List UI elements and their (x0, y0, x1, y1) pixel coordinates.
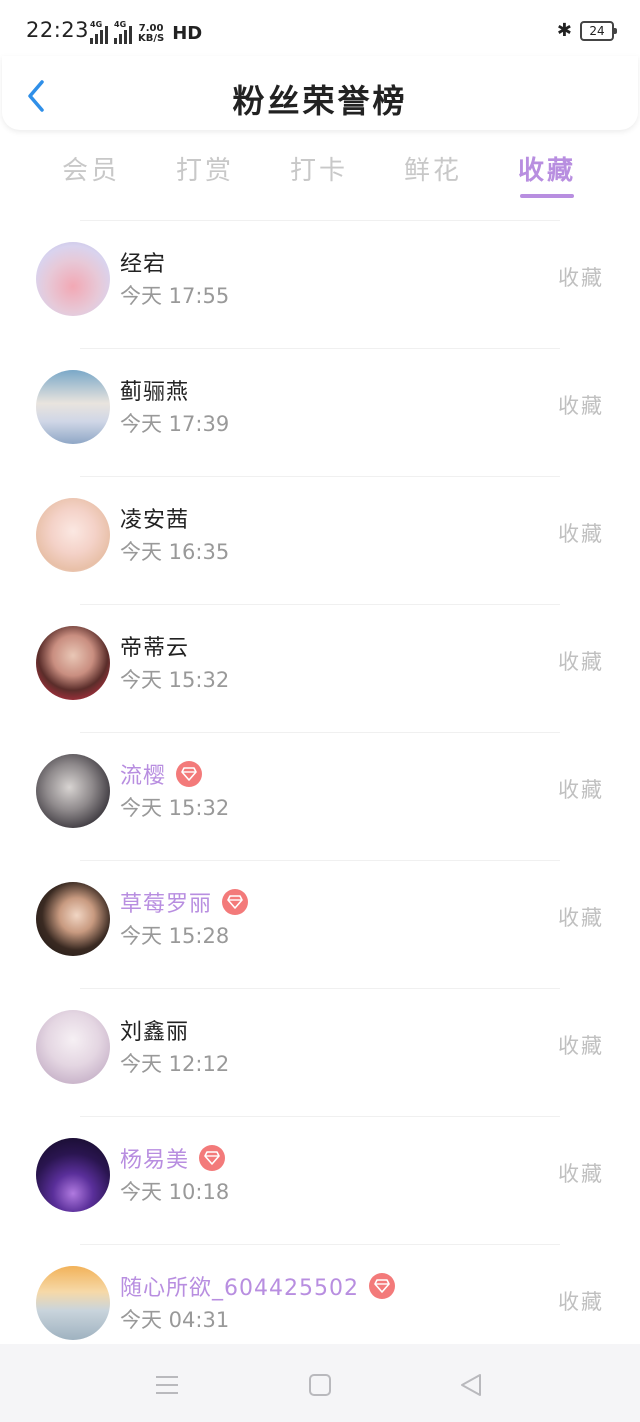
active-tab-indicator (520, 194, 574, 198)
fan-name: 蓟骊燕 (120, 380, 190, 405)
divider (80, 732, 560, 733)
triangle-back-icon (461, 1374, 481, 1396)
divider (80, 476, 560, 477)
list-item[interactable]: 帝蒂云 今天 15:32 收藏 (0, 604, 640, 732)
diamond-icon (368, 1273, 395, 1299)
favorite-label: 收藏 (558, 1290, 604, 1314)
list-item[interactable]: 蓟骊燕 今天 17:39 收藏 (0, 348, 640, 476)
fan-name: 杨易美 (120, 1148, 190, 1173)
name-line: 帝蒂云 (120, 630, 189, 662)
network-speed: 7.00 KB/S (138, 23, 165, 44)
divider (80, 1116, 560, 1117)
home-button[interactable] (305, 1370, 335, 1400)
menu-icon (156, 1376, 178, 1394)
avatar[interactable] (36, 1266, 110, 1340)
avatar[interactable] (36, 370, 110, 444)
bluetooth-icon: ✱ (556, 20, 572, 41)
fan-time: 今天 12:12 (120, 1052, 230, 1076)
fan-time: 今天 16:35 (120, 540, 230, 564)
tab-flowers[interactable]: 鲜花 (376, 140, 490, 210)
signal-icon: 4G (90, 20, 108, 44)
fan-list: 经宕 今天 17:55 收藏 蓟骊燕 今天 17:39 收藏 凌安茜 今天 16… (0, 220, 640, 1372)
fan-name: 草莓罗丽 (120, 892, 213, 917)
square-icon (309, 1374, 331, 1396)
list-item[interactable]: 经宕 今天 17:55 收藏 (0, 220, 640, 348)
favorite-label: 收藏 (558, 1162, 604, 1186)
fan-name: 刘鑫丽 (120, 1020, 190, 1045)
network-indicators: 4G 4G 7.00 KB/S HD (90, 20, 202, 44)
diamond-icon (222, 889, 249, 915)
diamond-icon (176, 761, 203, 787)
system-nav-bar (0, 1344, 640, 1422)
status-time: 22:23 (26, 18, 90, 42)
hd-icon: HD (172, 23, 203, 44)
fan-time: 今天 15:32 (120, 668, 230, 692)
avatar[interactable] (36, 754, 110, 828)
list-item[interactable]: 刘鑫丽 今天 12:12 收藏 (0, 988, 640, 1116)
tab-rewards[interactable]: 打赏 (148, 140, 262, 210)
name-line: 凌安茜 (120, 502, 189, 534)
avatar[interactable] (36, 1010, 110, 1084)
fan-time: 今天 17:39 (120, 412, 230, 436)
divider (80, 348, 560, 349)
name-line: 草莓罗丽 (120, 886, 249, 918)
name-line: 流樱 (120, 758, 203, 790)
status-bar: 22:23 4G 4G 7.00 KB/S HD ✱ 24 (0, 0, 640, 64)
fan-time: 今天 17:55 (120, 284, 230, 308)
favorite-label: 收藏 (558, 778, 604, 802)
signal-icon: 4G (114, 20, 132, 44)
favorite-label: 收藏 (558, 906, 604, 930)
nav-back-button[interactable] (456, 1370, 486, 1400)
avatar[interactable] (36, 882, 110, 956)
fan-time: 今天 10:18 (120, 1180, 230, 1204)
tab-bar: 会员 打赏 打卡 鲜花 收藏 (34, 140, 604, 210)
fan-name: 随心所欲_604425502 (120, 1276, 359, 1301)
list-item[interactable]: 草莓罗丽 今天 15:28 收藏 (0, 860, 640, 988)
fan-name: 帝蒂云 (120, 636, 190, 661)
favorite-label: 收藏 (558, 266, 604, 290)
favorite-label: 收藏 (558, 1034, 604, 1058)
divider (80, 220, 560, 221)
tab-favorites[interactable]: 收藏 (490, 140, 604, 210)
name-line: 经宕 (120, 246, 166, 278)
fan-name: 经宕 (120, 252, 167, 277)
divider (80, 988, 560, 989)
fan-time: 今天 15:32 (120, 796, 230, 820)
diamond-icon (199, 1145, 226, 1171)
avatar[interactable] (36, 242, 110, 316)
battery-icon: 24 (580, 20, 617, 41)
app-header: 粉丝荣誉榜 (2, 56, 638, 130)
name-line: 随心所欲_604425502 (120, 1270, 395, 1302)
tab-members[interactable]: 会员 (34, 140, 148, 210)
tab-checkin[interactable]: 打卡 (262, 140, 376, 210)
name-line: 蓟骊燕 (120, 374, 189, 406)
status-right: ✱ 24 (556, 20, 617, 41)
fan-time: 今天 15:28 (120, 924, 230, 948)
page-title: 粉丝荣誉榜 (232, 82, 408, 120)
avatar[interactable] (36, 1138, 110, 1212)
favorite-label: 收藏 (558, 650, 604, 674)
name-line: 刘鑫丽 (120, 1014, 189, 1046)
divider (80, 860, 560, 861)
fan-time: 今天 04:31 (120, 1308, 230, 1332)
menu-button[interactable] (152, 1370, 182, 1400)
favorite-label: 收藏 (558, 522, 604, 546)
list-item[interactable]: 凌安茜 今天 16:35 收藏 (0, 476, 640, 604)
divider (80, 604, 560, 605)
list-item[interactable]: 流樱 今天 15:32 收藏 (0, 732, 640, 860)
avatar[interactable] (36, 498, 110, 572)
favorite-label: 收藏 (558, 394, 604, 418)
fan-name: 凌安茜 (120, 508, 190, 533)
avatar[interactable] (36, 626, 110, 700)
divider (80, 1244, 560, 1245)
name-line: 杨易美 (120, 1142, 226, 1174)
list-item[interactable]: 杨易美 今天 10:18 收藏 (0, 1116, 640, 1244)
fan-name: 流樱 (120, 764, 167, 789)
